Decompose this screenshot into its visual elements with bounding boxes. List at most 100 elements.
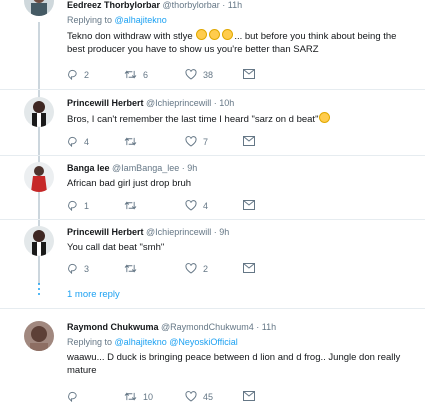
user-handle[interactable]: @IamBanga_lee	[112, 163, 179, 173]
like-icon	[185, 200, 197, 211]
reply-icon	[67, 263, 78, 274]
separator-dot: ·	[213, 98, 217, 108]
emoji-icon	[196, 29, 208, 40]
tweet[interactable]: Banga lee @IamBanga_lee · 9h African bad…	[0, 156, 425, 222]
tweet-text-part: You call dat beat "smh"	[67, 242, 165, 253]
tweet[interactable]: Eedreez Thorbylorbar @thorbylorbar · 11h…	[0, 0, 425, 90]
emoji-icon	[222, 29, 234, 40]
display-name[interactable]: Raymond Chukwuma	[67, 322, 159, 332]
replying-to: Replying to @alhajitekno @NeyoskiOfficia…	[67, 337, 238, 347]
timestamp[interactable]: 9h	[187, 163, 197, 173]
retweet-icon	[124, 263, 137, 274]
reply-button[interactable]: 1	[67, 200, 89, 211]
user-handle[interactable]: @Ichieprincewill	[146, 227, 211, 237]
retweet-count: 6	[143, 69, 149, 80]
retweet-icon	[124, 200, 137, 211]
avatar[interactable]	[24, 226, 54, 256]
display-name[interactable]: Princewill Herbert	[67, 227, 144, 237]
tweet[interactable]: Princewill Herbert @Ichieprincewill · 9h…	[0, 220, 425, 282]
action-bar: 4 7	[67, 136, 367, 148]
retweet-button[interactable]	[124, 200, 137, 211]
like-count: 4	[203, 200, 209, 211]
reply-button[interactable]: 4	[67, 136, 89, 147]
like-count: 2	[203, 263, 209, 274]
retweet-count: 10	[143, 391, 154, 402]
reply-icon	[67, 136, 78, 147]
timestamp[interactable]: 11h	[228, 0, 242, 10]
replying-to: Replying to @alhajitekno	[67, 15, 167, 25]
display-name[interactable]: Banga lee	[67, 163, 110, 173]
like-count: 38	[203, 69, 214, 80]
avatar[interactable]	[24, 0, 54, 16]
timestamp[interactable]: 10h	[219, 98, 234, 108]
message-icon	[243, 263, 255, 273]
retweet-icon	[124, 69, 137, 80]
reply-count: 1	[84, 200, 90, 211]
user-handle[interactable]: @Ichieprincewill	[146, 98, 211, 108]
like-button[interactable]: 2	[185, 263, 208, 274]
like-icon	[185, 391, 197, 402]
action-bar: 2 6 38	[67, 69, 367, 81]
reply-button[interactable]	[67, 391, 78, 402]
emoji-icon	[319, 112, 331, 123]
avatar[interactable]	[24, 97, 54, 127]
replying-prefix: Replying to	[67, 15, 113, 25]
like-button[interactable]: 45	[185, 391, 213, 402]
display-name[interactable]: Princewill Herbert	[67, 98, 144, 108]
like-button[interactable]: 4	[185, 200, 208, 211]
user-handle[interactable]: @RaymondChukwum4	[161, 322, 254, 332]
tweet[interactable]: Princewill Herbert @Ichieprincewill · 10…	[0, 90, 425, 156]
show-more-replies-link[interactable]: 1 more reply	[67, 289, 120, 300]
separator-dot: ·	[213, 227, 217, 237]
direct-message-button[interactable]	[243, 200, 255, 210]
timestamp[interactable]: 11h	[262, 322, 276, 332]
tweet-text-part: ... but before you think about being the	[234, 31, 397, 42]
tweet-text: African bad girl just drop bruh	[67, 177, 417, 190]
avatar[interactable]	[24, 162, 54, 192]
retweet-button[interactable]	[124, 136, 137, 147]
timestamp[interactable]: 9h	[219, 227, 229, 237]
like-icon	[185, 136, 197, 147]
tweet-text: You call dat beat "smh"	[67, 241, 417, 254]
display-name[interactable]: Eedreez Thorbylorbar	[67, 0, 160, 10]
reply-count: 3	[84, 263, 90, 274]
emoji-icon	[209, 29, 221, 40]
retweet-button[interactable]: 6	[124, 69, 148, 80]
action-bar: 10 45	[67, 391, 367, 403]
reply-icon	[67, 391, 78, 402]
reply-button[interactable]: 3	[67, 263, 89, 274]
tweet-text: Tekno don withdraw with stlye ... but be…	[67, 29, 417, 56]
avatar[interactable]	[24, 321, 54, 351]
message-icon	[243, 136, 255, 146]
retweet-button[interactable]	[124, 263, 137, 274]
direct-message-button[interactable]	[243, 69, 255, 79]
message-icon	[243, 69, 255, 79]
tweet-text-part: mature	[67, 365, 97, 376]
like-button[interactable]: 7	[185, 136, 208, 147]
tweet-text-part: Bros, I can't remember the last time I h…	[67, 114, 319, 125]
mention-link[interactable]: @alhajitekno	[115, 15, 167, 25]
reply-button[interactable]: 2	[67, 69, 89, 80]
thread-dots	[38, 283, 40, 298]
action-bar: 3 2	[67, 263, 367, 275]
tweet-text: waawu... D duck is bringing peace betwee…	[67, 351, 417, 377]
direct-message-button[interactable]	[243, 136, 255, 146]
like-icon	[185, 69, 197, 80]
tweet-text-part: best producer you have to show us you're…	[67, 44, 319, 55]
direct-message-button[interactable]	[243, 263, 255, 273]
separator-dot: ·	[222, 0, 226, 10]
message-icon	[243, 391, 255, 401]
reply-count: 2	[84, 69, 90, 80]
retweet-icon	[124, 391, 137, 402]
like-icon	[185, 263, 197, 274]
mention-link[interactable]: @alhajitekno @NeyoskiOfficial	[115, 337, 238, 347]
tweet[interactable]: Raymond Chukwuma @RaymondChukwum4 · 11h …	[0, 309, 425, 410]
reply-count: 4	[84, 136, 90, 147]
retweet-button[interactable]: 10	[124, 391, 153, 402]
user-handle[interactable]: @thorbylorbar	[163, 0, 220, 10]
separator-dot: ·	[181, 163, 185, 173]
reply-icon	[67, 200, 78, 211]
direct-message-button[interactable]	[243, 391, 255, 401]
like-count: 7	[203, 136, 209, 147]
like-button[interactable]: 38	[185, 69, 213, 80]
